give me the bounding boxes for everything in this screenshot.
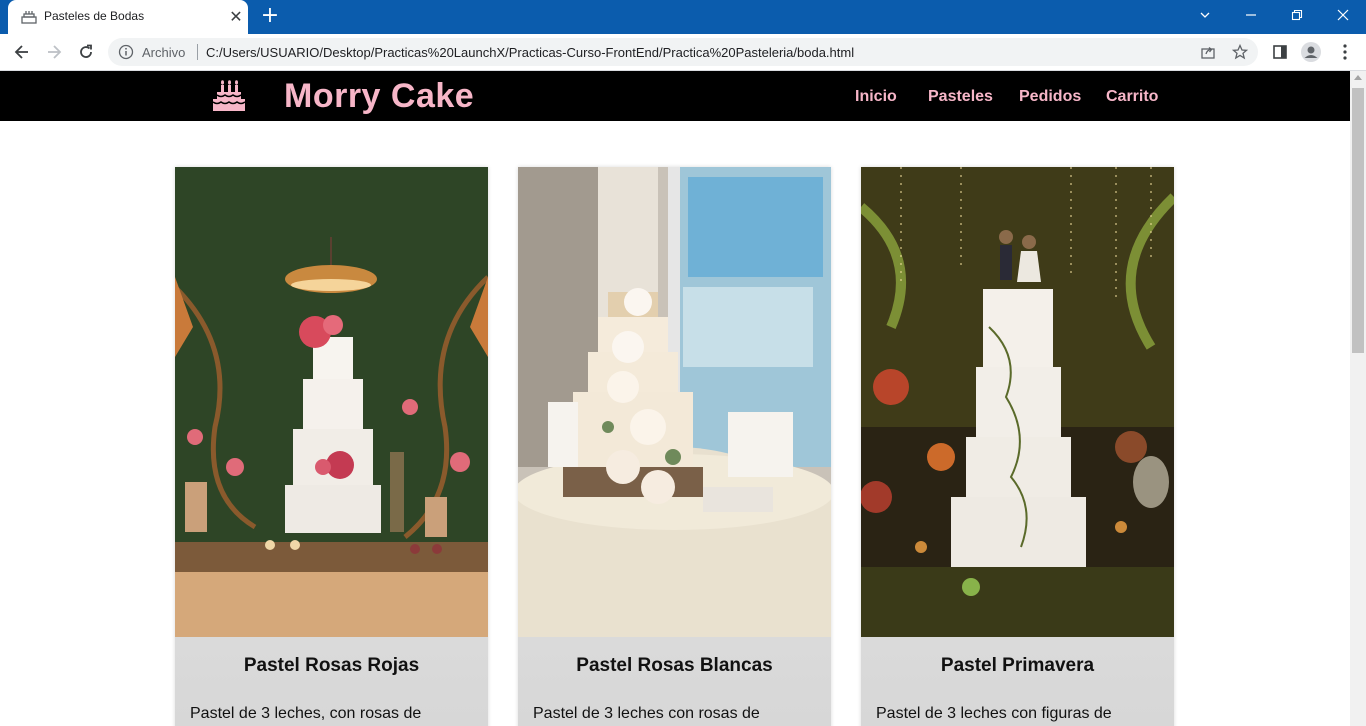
scroll-thumb[interactable] (1352, 88, 1364, 353)
profile-avatar-icon[interactable] (1301, 42, 1321, 62)
tab-search-icon[interactable] (1182, 0, 1228, 30)
minimize-icon[interactable] (1228, 0, 1274, 30)
card-description: Pastel de 3 leches, con rosas de (190, 705, 422, 722)
page-viewport: Morry Cake Inicio Pasteles Pedidos Carri… (0, 71, 1350, 726)
card-description: Pastel de 3 leches con figuras de (876, 705, 1112, 722)
address-separator (197, 44, 198, 60)
side-panel-icon[interactable] (1270, 42, 1290, 62)
share-icon[interactable] (1200, 44, 1216, 60)
url-text[interactable]: C:/Users/USUARIO/Desktop/Practicas%20Lau… (206, 45, 854, 60)
cake-icon (21, 11, 37, 24)
nav-link-pasteles[interactable]: Pasteles (928, 88, 993, 106)
product-card[interactable]: Pastel Rosas Rojas Pastel de 3 leches, c… (175, 167, 488, 726)
browser-toolbar: Archivo C:/Users/USUARIO/Desktop/Practic… (0, 34, 1366, 71)
address-bar[interactable]: Archivo C:/Users/USUARIO/Desktop/Practic… (108, 38, 1258, 66)
cake-photo-spring (861, 167, 1174, 637)
card-title: Pastel Primavera (940, 655, 1095, 676)
bookmark-star-icon[interactable] (1232, 44, 1248, 60)
forward-icon[interactable] (40, 38, 68, 66)
menu-kebab-icon[interactable] (1335, 42, 1355, 62)
cake-photo-red-roses (175, 167, 488, 637)
info-icon[interactable] (118, 44, 134, 60)
new-tab-button[interactable]: + (258, 5, 282, 29)
card-description: Pastel de 3 leches con rosas de (533, 705, 760, 722)
scroll-up-arrow-icon[interactable] (1354, 75, 1362, 80)
origin-label: Archivo (142, 45, 186, 60)
product-card[interactable]: Pastel Rosas Blancas Pastel de 3 leches … (518, 167, 831, 726)
cake-logo-icon[interactable] (211, 80, 247, 112)
nav-link-inicio[interactable]: Inicio (855, 88, 897, 106)
reload-icon[interactable] (72, 38, 100, 66)
close-window-icon[interactable] (1320, 0, 1366, 30)
brand-title[interactable]: Morry Cake (284, 77, 474, 116)
back-icon[interactable] (8, 38, 36, 66)
cake-photo-white-roses (518, 167, 831, 637)
card-title: Pastel Rosas Blancas (576, 655, 773, 676)
nav-link-pedidos[interactable]: Pedidos (1019, 88, 1081, 106)
browser-tab[interactable]: Pasteles de Bodas ✕ (8, 0, 248, 34)
card-title: Pastel Rosas Rojas (243, 655, 420, 676)
site-header: Morry Cake Inicio Pasteles Pedidos Carri… (0, 71, 1350, 121)
nav-link-carrito[interactable]: Carrito (1106, 88, 1158, 106)
browser-titlebar: Pasteles de Bodas ✕ + (0, 0, 1366, 34)
page-scrollbar[interactable] (1350, 71, 1366, 726)
restore-icon[interactable] (1274, 0, 1320, 30)
tab-title: Pasteles de Bodas (44, 9, 145, 23)
tab-close-icon[interactable]: ✕ (226, 7, 246, 27)
product-card[interactable]: Pastel Primavera Pastel de 3 leches con … (861, 167, 1174, 726)
